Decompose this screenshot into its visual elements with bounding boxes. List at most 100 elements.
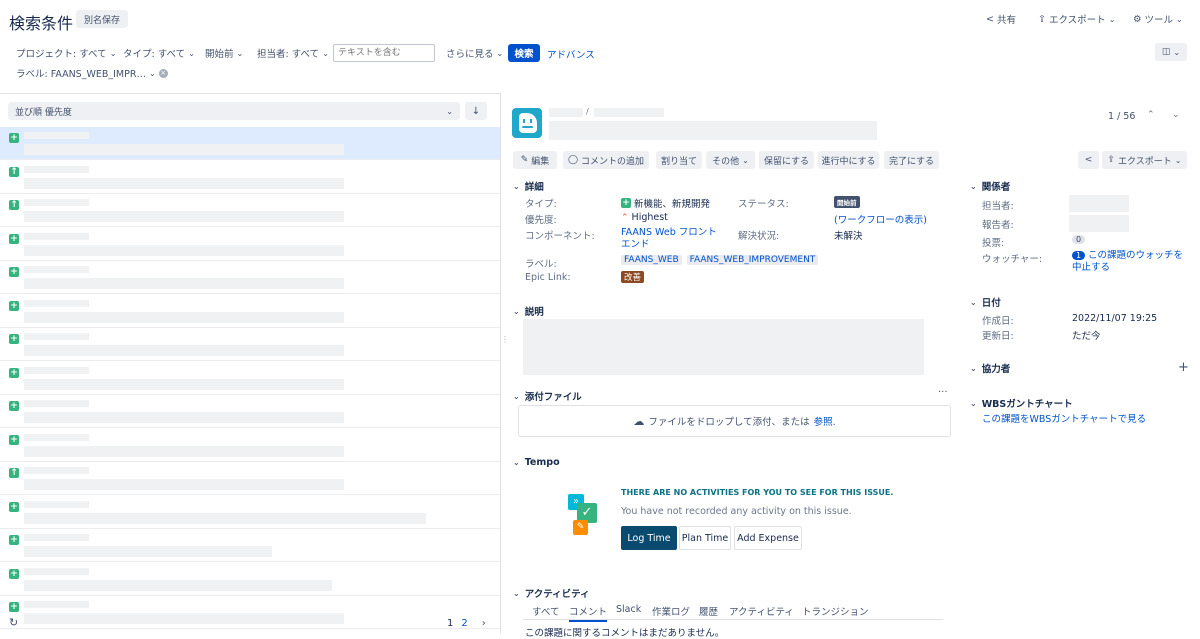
priority-label: 優先度: bbox=[525, 215, 557, 226]
export-menu-button[interactable]: ⇪ エクスポート ⌄ bbox=[1038, 12, 1115, 27]
add-collaborator-icon[interactable]: + bbox=[1178, 360, 1189, 375]
attachments-more-icon[interactable]: ··· bbox=[938, 387, 948, 398]
issue-list-row[interactable]: + bbox=[0, 261, 500, 294]
wbs-gantt-link[interactable]: この課題をWBSガントチャートで見る bbox=[982, 411, 1146, 425]
share-issue-button[interactable]: < bbox=[1078, 151, 1099, 169]
new-feature-icon: + bbox=[9, 535, 19, 545]
votes-badge[interactable]: 0 bbox=[1072, 235, 1086, 244]
issue-key-placeholder bbox=[24, 400, 89, 407]
issue-key-placeholder bbox=[24, 500, 89, 508]
tab-history[interactable]: 履歴 bbox=[699, 604, 718, 618]
people-section-toggle[interactable]: ⌄ 関係者 bbox=[970, 179, 1010, 194]
issue-list-row[interactable]: + bbox=[0, 496, 500, 529]
attachments-section-toggle[interactable]: ⌄ 添付ファイル bbox=[513, 389, 582, 404]
collaborators-section-toggle[interactable]: ⌄ 協力者 bbox=[970, 361, 1010, 376]
created-value: 2022/11/07 19:25 bbox=[1072, 313, 1158, 324]
issue-list-row[interactable]: ↑ bbox=[0, 194, 500, 227]
assign-button[interactable]: 割り当て bbox=[656, 151, 702, 169]
label-filter[interactable]: ラベル: FAANS_WEB_IMPR… ⌄ × bbox=[16, 66, 168, 80]
issue-export-button[interactable]: ⇪ エクスポート ⌄ bbox=[1102, 151, 1187, 169]
plan-time-button[interactable]: Plan Time bbox=[679, 526, 731, 550]
edit-label: 編集 bbox=[531, 156, 550, 167]
votes-label: 投票: bbox=[982, 238, 1005, 249]
issue-list-row[interactable]: + bbox=[0, 529, 500, 562]
previous-issue-button[interactable]: ⌃ bbox=[1147, 110, 1155, 120]
assignee-filter[interactable]: 担当者: すべて ⌄ bbox=[257, 46, 329, 61]
chevron-right-icon[interactable]: › bbox=[482, 618, 486, 629]
search-button[interactable]: 検索 bbox=[508, 44, 540, 62]
project-filter[interactable]: プロジェクト: すべて ⌄ bbox=[16, 46, 116, 61]
label-filter-label: ラベル: FAANS_WEB_IMPR… bbox=[16, 69, 146, 80]
issue-list-row[interactable]: + bbox=[0, 429, 500, 462]
new-feature-icon: + bbox=[9, 401, 19, 411]
dates-section-toggle[interactable]: ⌄ 日付 bbox=[970, 295, 1001, 310]
tab-transitions[interactable]: トランジション bbox=[802, 604, 869, 618]
issue-list-row[interactable]: + bbox=[0, 563, 500, 596]
pane-resize-handle[interactable]: ⋮ bbox=[501, 335, 509, 344]
description-heading: 説明 bbox=[524, 307, 544, 318]
epic-link-badge[interactable]: 改善 bbox=[621, 271, 645, 283]
issue-list-row[interactable]: + bbox=[0, 228, 500, 261]
edit-button[interactable]: ✎ 編集 bbox=[513, 151, 557, 169]
tab-worklog[interactable]: 作業ログ bbox=[652, 604, 690, 618]
issue-list-row[interactable]: + bbox=[0, 295, 500, 328]
layout-toggle-button[interactable]: ◫ ⌄ bbox=[1155, 43, 1187, 61]
assignee-value bbox=[1069, 195, 1129, 212]
page-2-link[interactable]: 2 bbox=[461, 618, 467, 629]
labels-list: FAANS_WEB FAANS_WEB_IMPROVEMENT bbox=[621, 255, 819, 265]
status-filter-label: 開始前 bbox=[205, 49, 234, 60]
description-section-toggle[interactable]: ⌄ 説明 bbox=[513, 304, 544, 319]
next-issue-button[interactable]: ⌄ bbox=[1172, 110, 1180, 120]
reporter-value bbox=[1069, 215, 1129, 232]
more-filters-button[interactable]: さらに見る ⌄ bbox=[446, 46, 503, 61]
tab-activity[interactable]: アクティビティ bbox=[729, 604, 794, 618]
issue-list-row[interactable]: + bbox=[0, 127, 500, 160]
attachment-dropzone[interactable]: ☁ ファイルをドロップして添付、または 参照. bbox=[518, 405, 951, 437]
tab-all[interactable]: すべて bbox=[532, 604, 559, 618]
log-time-button[interactable]: Log Time bbox=[621, 526, 677, 550]
share-icon: < bbox=[1084, 155, 1093, 165]
issue-list-row[interactable]: + bbox=[0, 328, 500, 361]
sort-direction-button[interactable]: ↓ bbox=[465, 102, 487, 120]
more-actions-button[interactable]: その他 ⌄ bbox=[706, 151, 755, 169]
issue-list-row[interactable]: ↑ bbox=[0, 462, 500, 495]
label-tag[interactable]: FAANS_WEB_IMPROVEMENT bbox=[686, 255, 819, 265]
start-progress-button[interactable]: 進行中にする bbox=[818, 151, 879, 169]
stop-watching-link[interactable]: この課題のウォッチを中止する bbox=[1072, 250, 1190, 274]
issue-list-panel: 並び順 優先度 ⌄ ↓ + ↑ ↑ + + + + + + + ↑ + + + + ↻ 1 2 › bbox=[0, 93, 501, 634]
done-button[interactable]: 完了にする bbox=[884, 151, 939, 169]
issue-key-placeholder bbox=[24, 467, 89, 474]
hold-button[interactable]: 保留にする bbox=[759, 151, 814, 169]
workflow-link[interactable]: (ワークフローの表示) bbox=[834, 212, 927, 226]
details-section-toggle[interactable]: ⌄ 詳細 bbox=[513, 179, 544, 194]
save-as-button[interactable]: 別名保存 bbox=[76, 10, 129, 28]
refresh-icon[interactable]: ↻ bbox=[9, 616, 18, 629]
text-search-input[interactable] bbox=[333, 44, 435, 62]
browse-link[interactable]: 参照. bbox=[814, 414, 836, 428]
status-filter[interactable]: 開始前 ⌄ bbox=[205, 46, 243, 61]
project-filter-label: プロジェクト: すべて bbox=[16, 49, 107, 60]
issue-summary-placeholder bbox=[24, 445, 344, 457]
type-filter[interactable]: タイプ: すべて ⌄ bbox=[123, 46, 195, 61]
share-button[interactable]: < 共有 bbox=[986, 12, 1016, 27]
add-expense-button[interactable]: Add Expense bbox=[734, 526, 802, 550]
page-1-link[interactable]: 1 bbox=[447, 618, 453, 629]
advanced-search-link[interactable]: アドバンス bbox=[547, 47, 595, 61]
issue-key-placeholder bbox=[24, 567, 89, 575]
tempo-empty-subtitle: You have not recorded any activity on th… bbox=[621, 506, 852, 517]
label-tag[interactable]: FAANS_WEB bbox=[621, 255, 682, 265]
add-comment-button[interactable]: ◯ コメントの追加 bbox=[563, 151, 649, 169]
tools-label: ツール bbox=[1144, 15, 1174, 26]
issue-list-row[interactable]: + bbox=[0, 362, 500, 395]
wbs-section-toggle[interactable]: ⌄ WBSガントチャート bbox=[970, 396, 1073, 411]
issue-list-row[interactable]: ↑ bbox=[0, 161, 500, 194]
component-link[interactable]: FAANS Web フロント エンド bbox=[621, 227, 717, 251]
tools-menu-button[interactable]: ⚙ ツール ⌄ bbox=[1133, 12, 1183, 27]
tempo-section-toggle[interactable]: ⌄ Tempo bbox=[513, 457, 560, 468]
clear-filter-icon[interactable]: × bbox=[158, 68, 168, 78]
tab-slack[interactable]: Slack bbox=[616, 604, 641, 615]
issue-list-row[interactable]: + bbox=[0, 596, 500, 629]
issue-list-row[interactable]: + bbox=[0, 395, 500, 428]
sort-select[interactable]: 並び順 優先度 ⌄ bbox=[8, 102, 460, 120]
activity-section-toggle[interactable]: ⌄ アクティビティ bbox=[513, 586, 590, 601]
